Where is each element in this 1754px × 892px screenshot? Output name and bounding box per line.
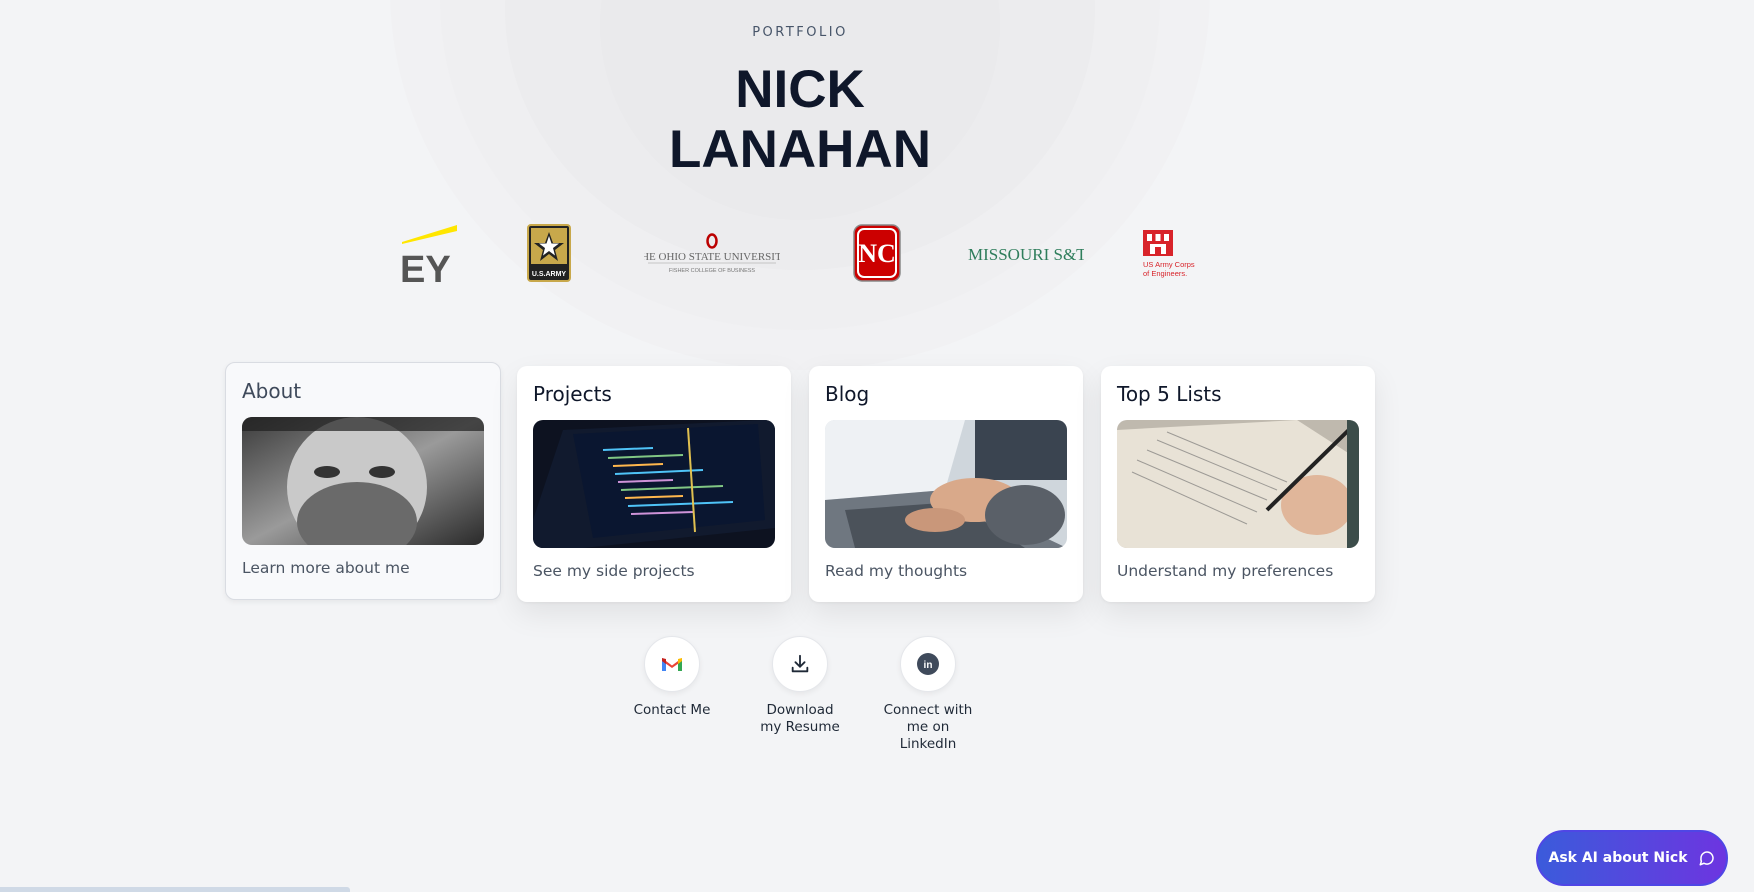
us-army-logo: U.S.ARMY [527, 224, 571, 282]
writing-notebook-photo [1117, 420, 1359, 548]
svg-text:NC: NC [858, 239, 896, 268]
contact-me-label: Contact Me [633, 702, 711, 718]
contact-me-action[interactable]: Contact Me [612, 636, 732, 719]
linkedin-label: Connect with me on LinkedIn [883, 702, 973, 752]
linkedin-button[interactable]: in [900, 636, 956, 692]
svg-text:THE OHIO STATE UNIVERSITY: THE OHIO STATE UNIVERSITY [644, 251, 780, 263]
card-description: Read my thoughts [825, 562, 968, 580]
linkedin-action[interactable]: in Connect with me on LinkedIn [868, 636, 988, 753]
svg-text:in: in [924, 660, 933, 671]
card-description: See my side projects [533, 562, 695, 580]
page-kicker: PORTFOLIO [752, 25, 848, 40]
us-army-corps-of-engineers-logo: US Army Corps of Engineers. [1142, 230, 1204, 280]
page-title: NICK LANAHAN [0, 60, 1600, 180]
svg-text:US Army Corps: US Army Corps [1143, 260, 1195, 269]
card-title: Blog [825, 382, 870, 406]
svg-text:EY: EY [400, 249, 451, 284]
ey-logo: EY [400, 224, 460, 291]
card-description: Understand my preferences [1117, 562, 1334, 580]
chat-bubble-icon [1699, 851, 1714, 866]
download-resume-label: Download my Resume [760, 702, 840, 735]
portrait-photo [242, 417, 484, 545]
missouri-st-logo: MISSOURI S&T [968, 240, 1087, 268]
nc-state-logo: NC [853, 224, 901, 282]
code-laptop-photo [533, 420, 775, 548]
card-title: Projects [533, 382, 612, 406]
card-title: Top 5 Lists [1117, 382, 1222, 406]
card-description: Learn more about me [242, 559, 410, 577]
svg-text:MISSOURI S&T: MISSOURI S&T [968, 245, 1084, 264]
title-line-first: NICK [735, 60, 865, 119]
svg-text:of Engineers.: of Engineers. [1143, 269, 1187, 278]
download-icon [791, 654, 809, 673]
typing-laptop-photo [825, 420, 1067, 548]
linkedin-icon: in [917, 653, 939, 675]
card-top-5-lists[interactable]: Top 5 Lists Understand my preferences [1101, 366, 1375, 602]
card-blog[interactable]: Blog Read my thoughts [809, 366, 1083, 602]
svg-text:U.S.ARMY: U.S.ARMY [532, 271, 567, 278]
download-resume-button[interactable] [772, 636, 828, 692]
ohio-state-fisher-logo: THE OHIO STATE UNIVERSITY FISHER COLLEGE… [634, 232, 790, 276]
contact-me-button[interactable] [644, 636, 700, 692]
ask-ai-button[interactable]: Ask AI about Nick [1536, 830, 1728, 886]
card-projects[interactable]: Projects See my side projects [517, 366, 791, 602]
svg-text:FISHER COLLEGE OF BUSINESS: FISHER COLLEGE OF BUSINESS [669, 268, 756, 274]
scroll-progress-bar [0, 887, 350, 892]
card-about[interactable]: About Learn more about me [225, 362, 501, 600]
title-line-last: LANAHAN [668, 120, 932, 179]
card-title: About [242, 379, 302, 403]
gmail-icon [662, 658, 682, 671]
ask-ai-label: Ask AI about Nick [1548, 850, 1688, 866]
download-resume-action[interactable]: Download my Resume [740, 636, 860, 736]
